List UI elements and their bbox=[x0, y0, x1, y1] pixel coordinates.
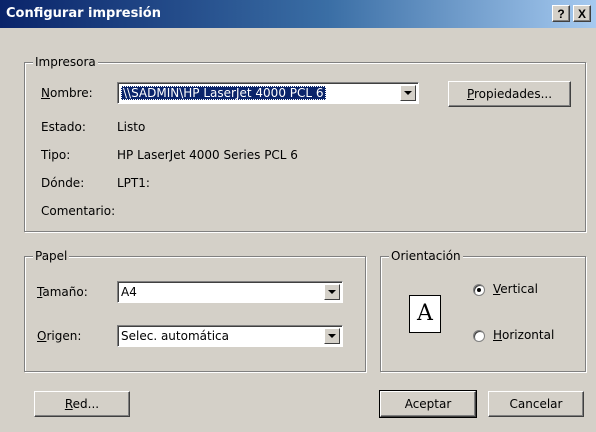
printer-group-label: Impresora bbox=[33, 55, 98, 69]
orientation-group: Orientación A Vertical Horizontal bbox=[380, 249, 586, 372]
printer-name-value: \\SADMIN\HP LaserJet 4000 PCL 6 bbox=[121, 86, 326, 100]
vertical-radio-label[interactable]: Vertical bbox=[493, 282, 538, 296]
paper-size-label: Tamaño: bbox=[37, 285, 88, 299]
portrait-page-icon: A bbox=[409, 295, 441, 333]
printer-group: Impresora Nombre: \\SADMIN\HP LaserJet 4… bbox=[24, 55, 586, 232]
window-title: Configurar impresión bbox=[6, 6, 161, 21]
properties-button[interactable]: Propiedades... bbox=[448, 81, 571, 107]
paper-source-select[interactable]: Selec. automática bbox=[117, 325, 343, 347]
paper-size-value: A4 bbox=[121, 285, 137, 299]
ok-button[interactable]: Aceptar bbox=[379, 390, 477, 418]
paper-source-label: Origen: bbox=[37, 329, 82, 343]
vertical-radio[interactable] bbox=[473, 284, 485, 296]
paper-size-select[interactable]: A4 bbox=[117, 281, 343, 303]
close-button[interactable]: X bbox=[573, 5, 591, 22]
paper-group: Papel Tamaño: A4 Origen: Selec. automáti… bbox=[24, 249, 366, 372]
network-button[interactable]: Red... bbox=[34, 391, 130, 417]
comment-label: Comentario: bbox=[41, 204, 116, 218]
chevron-down-icon[interactable] bbox=[324, 284, 340, 300]
orientation-group-label: Orientación bbox=[389, 249, 463, 263]
where-value: LPT1: bbox=[117, 176, 150, 190]
help-button[interactable]: ? bbox=[552, 5, 570, 22]
chevron-down-icon[interactable] bbox=[324, 328, 340, 344]
paper-source-value: Selec. automática bbox=[121, 329, 229, 343]
title-bar[interactable]: Configurar impresión ? X bbox=[0, 0, 596, 28]
type-label: Tipo: bbox=[41, 148, 71, 162]
cancel-button[interactable]: Cancelar bbox=[488, 391, 584, 417]
horizontal-radio[interactable] bbox=[473, 330, 485, 342]
chevron-down-icon[interactable] bbox=[400, 85, 416, 101]
printer-name-select[interactable]: \\SADMIN\HP LaserJet 4000 PCL 6 bbox=[117, 82, 419, 104]
status-label: Estado: bbox=[41, 120, 86, 134]
where-label: Dónde: bbox=[41, 176, 85, 190]
status-value: Listo bbox=[117, 120, 146, 134]
paper-group-label: Papel bbox=[33, 249, 70, 263]
type-value: HP LaserJet 4000 Series PCL 6 bbox=[117, 148, 298, 162]
horizontal-radio-label[interactable]: Horizontal bbox=[493, 328, 554, 342]
printer-name-label: Nombre: bbox=[41, 86, 93, 100]
